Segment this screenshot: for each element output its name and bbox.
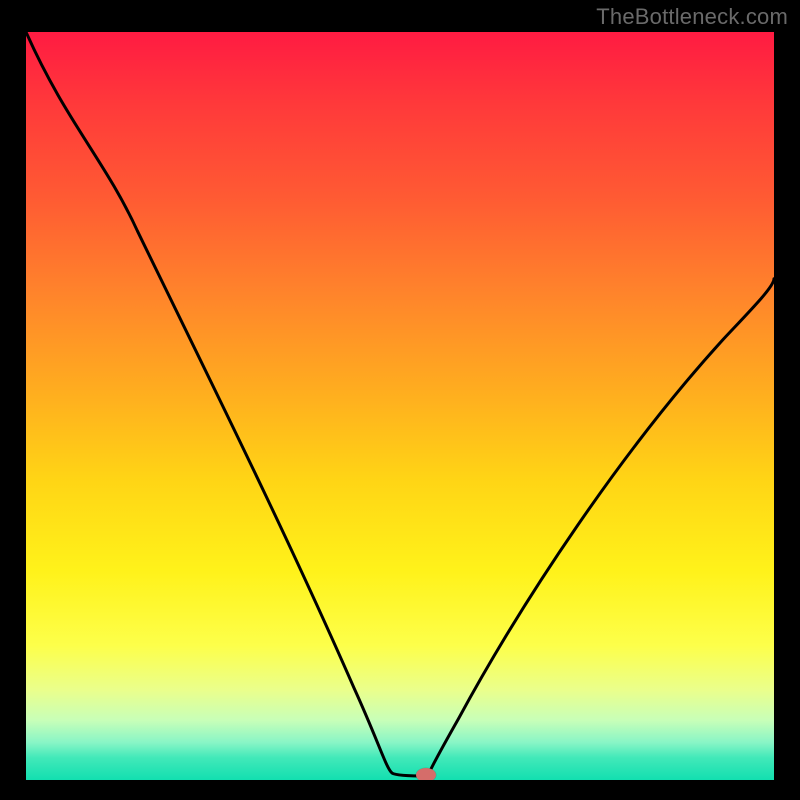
plot-area (24, 30, 776, 782)
optimal-point-marker (416, 768, 436, 782)
watermark-text: TheBottleneck.com (596, 4, 788, 30)
curve-path (26, 32, 774, 776)
bottleneck-curve (26, 32, 774, 780)
chart-stage: TheBottleneck.com (0, 0, 800, 800)
